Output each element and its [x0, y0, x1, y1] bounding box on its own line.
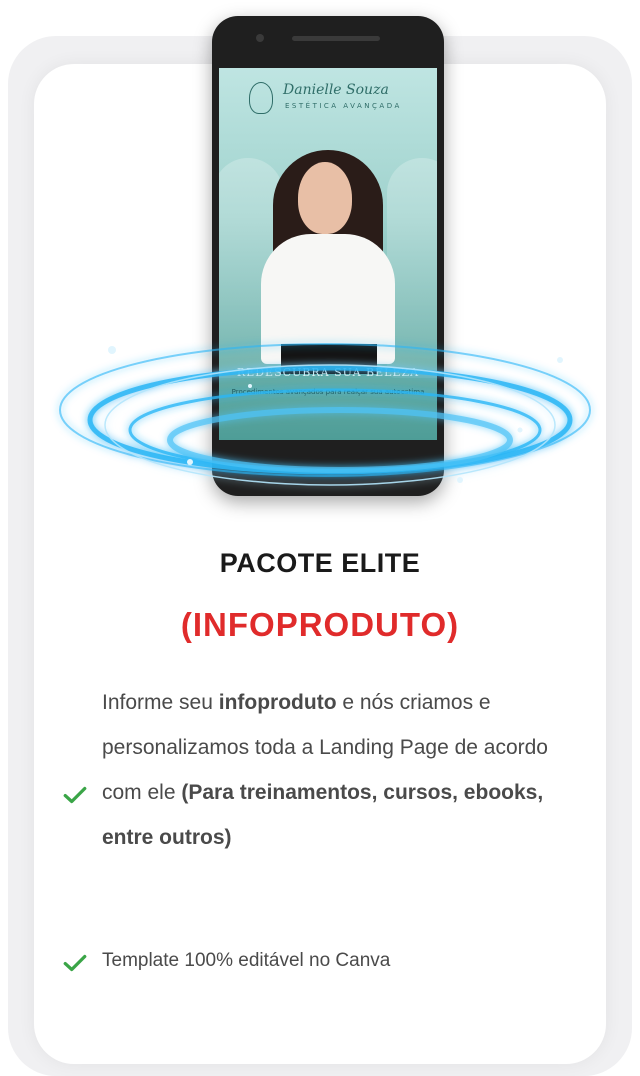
- phone-speaker: [292, 36, 380, 41]
- brand-name: Danielle Souza: [283, 82, 389, 98]
- package-subtitle: (INFOPRODUTO): [180, 606, 460, 643]
- mockup-headline: REDESCUBRA SUA BELEZA: [236, 366, 420, 379]
- feature-text-segment: Informe seu: [102, 691, 219, 714]
- package-title: PACOTE ELITE: [219, 548, 421, 578]
- feature-text: Template 100% editável no Canva: [102, 938, 582, 983]
- feature-text: Informe seu infoproduto e nós criamos e …: [102, 680, 582, 860]
- feature-item: Template 100% editável no Canva: [62, 938, 582, 986]
- phone-screen: Danielle Souza ESTÉTICA AVANÇADA REDESCU…: [219, 68, 437, 440]
- brand-tagline: ESTÉTICA AVANÇADA: [285, 102, 402, 110]
- mockup-subline: Procedimentos avançados para realçar sua…: [231, 388, 425, 396]
- check-icon: [63, 786, 87, 804]
- feature-text-bold: infoproduto: [218, 691, 337, 714]
- phone-camera: [256, 34, 264, 42]
- hero-face: [298, 162, 352, 234]
- phone-mockup: Danielle Souza ESTÉTICA AVANÇADA REDESCU…: [212, 16, 444, 496]
- brand-logo-icon: [249, 82, 273, 114]
- feature-item: Informe seu infoproduto e nós criamos e …: [62, 680, 582, 910]
- feature-text-segment: Template 100% editável no Canva: [102, 950, 391, 971]
- check-icon: [63, 954, 87, 972]
